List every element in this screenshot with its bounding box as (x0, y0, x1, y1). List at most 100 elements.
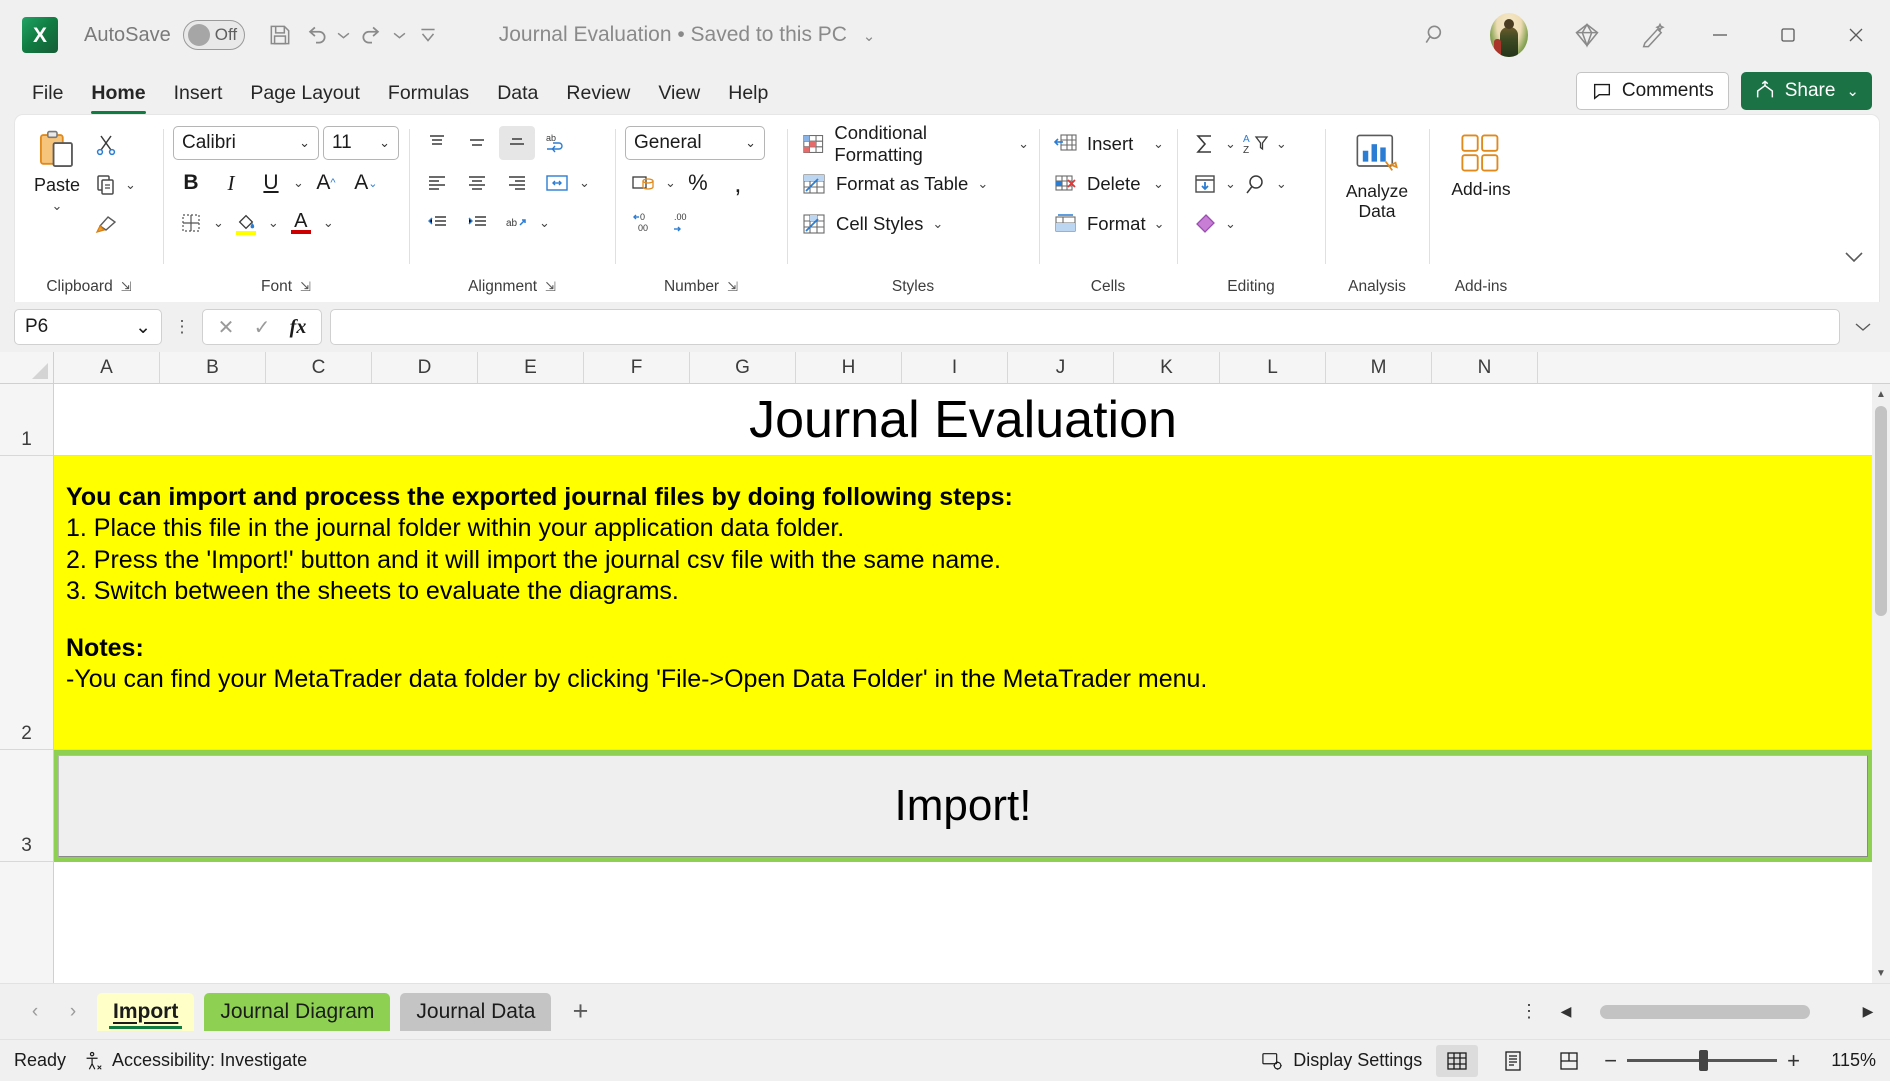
formula-bar-options-icon[interactable]: ⋮ (170, 317, 194, 337)
decrease-decimal-icon[interactable]: .00 (665, 206, 701, 240)
number-format-chevron-down-icon[interactable]: ⌄ (745, 135, 756, 151)
next-sheet-icon[interactable]: › (56, 995, 90, 1029)
normal-view-button[interactable] (1436, 1044, 1479, 1077)
align-right-icon[interactable] (499, 166, 535, 200)
name-box-chevron-down-icon[interactable]: ⌄ (135, 316, 151, 339)
clear-dropdown-icon[interactable]: ⌄ (1225, 216, 1236, 232)
save-icon[interactable] (263, 18, 297, 52)
align-middle-icon[interactable] (459, 126, 495, 160)
align-center-icon[interactable] (459, 166, 495, 200)
horizontal-scrollbar[interactable]: ◀ ▶ (1556, 1003, 1878, 1020)
alignment-dialog-launcher-icon[interactable]: ⇲ (545, 279, 556, 295)
redo-icon[interactable] (355, 18, 389, 52)
bold-button[interactable]: B (173, 166, 209, 200)
column-header-m[interactable]: M (1326, 352, 1432, 383)
ribbon-display-options-icon[interactable] (1620, 0, 1686, 70)
font-color-icon[interactable]: A (283, 206, 319, 240)
zoom-out-button[interactable]: − (1604, 1048, 1617, 1074)
add-sheet-button[interactable]: + (558, 993, 602, 1031)
zoom-in-button[interactable]: + (1787, 1048, 1800, 1074)
display-settings-button[interactable]: Display Settings (1261, 1050, 1422, 1072)
document-title[interactable]: Journal Evaluation • Saved to this PC ⌄ (499, 23, 876, 47)
font-size-chevron-down-icon[interactable]: ⌄ (379, 135, 390, 151)
previous-sheet-icon[interactable]: ‹ (18, 995, 52, 1029)
sheet-tab-journal-data[interactable]: Journal Data (400, 992, 552, 1031)
delete-cells-dropdown-icon[interactable]: ⌄ (1153, 176, 1164, 192)
decrease-indent-icon[interactable] (419, 206, 455, 240)
row-2-instructions[interactable]: You can import and process the exported … (54, 456, 1872, 750)
column-header-k[interactable]: K (1114, 352, 1220, 383)
maximize-button[interactable] (1754, 0, 1822, 70)
insert-function-icon[interactable]: fx (281, 311, 315, 343)
autosave-toggle[interactable]: Off (182, 20, 245, 50)
wrap-text-icon[interactable]: ab (539, 126, 575, 160)
close-button[interactable] (1822, 0, 1890, 70)
accounting-format-icon[interactable] (625, 166, 661, 200)
autosum-icon[interactable] (1187, 127, 1223, 161)
cut-icon[interactable] (89, 128, 123, 162)
page-break-preview-button[interactable] (1548, 1045, 1590, 1077)
format-as-table-dropdown-icon[interactable]: ⌄ (977, 176, 988, 192)
column-header-a[interactable]: A (54, 352, 160, 383)
addins-button[interactable]: Add-ins (1451, 131, 1511, 199)
column-header-n[interactable]: N (1432, 352, 1538, 383)
microsoft-365-diamond-icon[interactable] (1554, 0, 1620, 70)
sort-and-filter-icon[interactable]: A Z (1238, 127, 1274, 161)
share-button[interactable]: Share ⌄ (1740, 72, 1872, 110)
cell-styles-button[interactable]: Cell Styles ⌄ (797, 205, 1029, 243)
column-header-c[interactable]: C (266, 352, 372, 383)
underline-dropdown-icon[interactable]: ⌄ (293, 175, 304, 191)
conditional-formatting-button[interactable]: Conditional Formatting ⌄ (797, 122, 1029, 165)
column-header-f[interactable]: F (584, 352, 690, 383)
merge-and-center-icon[interactable] (539, 166, 575, 200)
column-header-b[interactable]: B (160, 352, 266, 383)
percent-style-icon[interactable]: % (680, 166, 716, 200)
find-and-select-dropdown-icon[interactable]: ⌄ (1276, 176, 1287, 192)
insert-cells-dropdown-icon[interactable]: ⌄ (1153, 136, 1164, 152)
undo-dropdown-icon[interactable] (335, 18, 353, 52)
format-cells-button[interactable]: Format ⌄ (1049, 205, 1167, 243)
accounting-dropdown-icon[interactable]: ⌄ (665, 175, 676, 191)
accessibility-status[interactable]: Accessibility: Investigate (82, 1050, 307, 1072)
insert-cells-button[interactable]: Insert ⌄ (1049, 125, 1167, 163)
cancel-entry-icon[interactable]: ✕ (209, 311, 243, 343)
increase-font-size-icon[interactable]: A ^ (308, 166, 344, 200)
sheet-bar-options-icon[interactable]: ⋮ (1510, 1001, 1548, 1022)
search-icon[interactable] (1408, 22, 1464, 48)
format-painter-icon[interactable] (89, 208, 123, 242)
zoom-slider[interactable]: − + (1604, 1048, 1800, 1074)
merge-dropdown-icon[interactable]: ⌄ (579, 175, 590, 191)
import-button[interactable]: Import! (58, 755, 1868, 857)
number-dialog-launcher-icon[interactable]: ⇲ (727, 279, 738, 295)
borders-dropdown-icon[interactable]: ⌄ (213, 215, 224, 231)
collapse-ribbon-icon[interactable] (1837, 242, 1871, 272)
tab-formulas[interactable]: Formulas (374, 82, 483, 114)
zoom-level-label[interactable]: 115% (1814, 1050, 1876, 1071)
horizontal-scrollbar-track[interactable] (1582, 1004, 1852, 1019)
conditional-formatting-dropdown-icon[interactable]: ⌄ (1018, 136, 1029, 152)
sheet-tab-import[interactable]: Import (97, 992, 195, 1031)
orientation-dropdown-icon[interactable]: ⌄ (539, 215, 550, 231)
sheet-tab-journal-diagram[interactable]: Journal Diagram (204, 992, 391, 1031)
document-title-chevron-icon[interactable]: ⌄ (863, 28, 876, 45)
format-cells-dropdown-icon[interactable]: ⌄ (1154, 216, 1165, 232)
align-bottom-icon[interactable] (499, 126, 535, 160)
share-dropdown-icon[interactable]: ⌄ (1846, 82, 1859, 100)
tab-insert[interactable]: Insert (160, 82, 237, 114)
font-name-select[interactable]: Calibri ⌄ (173, 126, 319, 160)
font-dialog-launcher-icon[interactable]: ⇲ (300, 279, 311, 295)
autosum-dropdown-icon[interactable]: ⌄ (1225, 136, 1236, 152)
tab-page-layout[interactable]: Page Layout (236, 82, 374, 114)
analyze-data-button[interactable]: Analyze Data (1335, 131, 1419, 221)
expand-formula-bar-icon[interactable] (1848, 321, 1878, 333)
formula-input[interactable] (330, 309, 1840, 345)
borders-icon[interactable] (173, 206, 209, 240)
underline-button[interactable]: U (253, 166, 289, 200)
tab-data[interactable]: Data (483, 82, 552, 114)
increase-indent-icon[interactable] (459, 206, 495, 240)
minimize-button[interactable] (1686, 0, 1754, 70)
name-box[interactable]: P6 ⌄ (14, 309, 162, 345)
align-top-icon[interactable] (419, 126, 455, 160)
comments-button[interactable]: Comments (1575, 72, 1729, 110)
tab-home[interactable]: Home (77, 82, 159, 114)
